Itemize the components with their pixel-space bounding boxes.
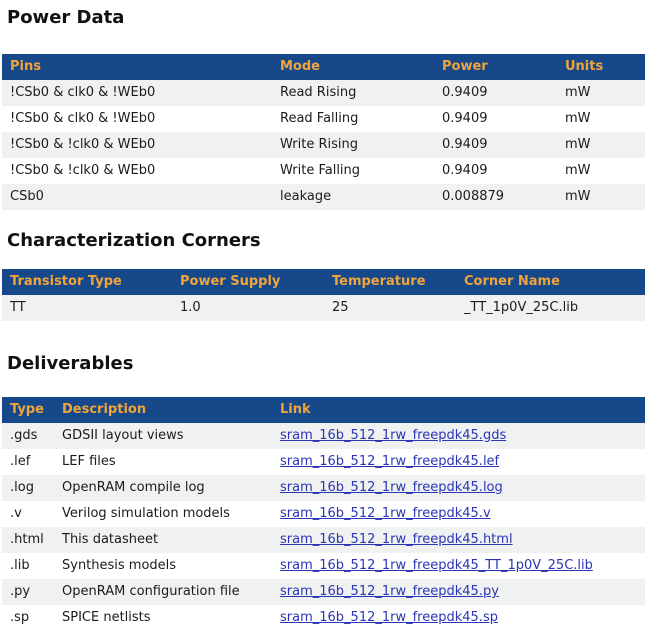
description-cell: This datasheet [54,527,272,553]
pins-cell: CSb0 [2,184,272,210]
deliverables-table: Type Description Link .gds GDSII layout … [2,397,645,631]
corners-col-header-temperature: Temperature [324,269,456,295]
type-cell: .html [2,527,54,553]
corners-table-header-row: Transistor Type Power Supply Temperature… [2,269,645,295]
mode-cell: leakage [272,184,434,210]
units-cell: mW [557,158,645,184]
table-row: .html This datasheet sram_16b_512_1rw_fr… [2,527,645,553]
deliverable-file-link[interactable]: sram_16b_512_1rw_freepdk45.sp [280,610,498,625]
table-row: !CSb0 & clk0 & !WEb0 Read Falling 0.9409… [2,106,645,132]
deliverables-col-header-type: Type [2,397,54,423]
units-cell: mW [557,106,645,132]
description-cell: Verilog simulation models [54,501,272,527]
power-data-table: Pins Mode Power Units !CSb0 & clk0 & !WE… [2,54,645,210]
type-cell: .lef [2,449,54,475]
units-cell: mW [557,80,645,106]
transistor-type-cell: TT [2,295,172,321]
power-table-header-row: Pins Mode Power Units [2,54,645,80]
type-cell: .py [2,579,54,605]
pins-cell: !CSb0 & clk0 & !WEb0 [2,80,272,106]
deliverable-file-link[interactable]: sram_16b_512_1rw_freepdk45.log [280,480,503,495]
corners-col-header-power-supply: Power Supply [172,269,324,295]
type-cell: .lib [2,553,54,579]
table-row: .log OpenRAM compile log sram_16b_512_1r… [2,475,645,501]
power-cell: 0.008879 [434,184,557,210]
pins-cell: !CSb0 & clk0 & !WEb0 [2,106,272,132]
table-row: .lib Synthesis models sram_16b_512_1rw_f… [2,553,645,579]
description-cell: OpenRAM configuration file [54,579,272,605]
power-cell: 0.9409 [434,132,557,158]
table-row: .py OpenRAM configuration file sram_16b_… [2,579,645,605]
power-col-header-power: Power [434,54,557,80]
mode-cell: Write Rising [272,132,434,158]
table-row: TT 1.0 25 _TT_1p0V_25C.lib [2,295,645,321]
power-col-header-mode: Mode [272,54,434,80]
description-cell: LEF files [54,449,272,475]
power-col-header-units: Units [557,54,645,80]
description-cell: Synthesis models [54,553,272,579]
deliverables-table-header-row: Type Description Link [2,397,645,423]
description-cell: SPICE netlists [54,605,272,631]
characterization-corners-heading: Characterization Corners [7,230,660,252]
type-cell: .gds [2,423,54,449]
pins-cell: !CSb0 & !clk0 & WEb0 [2,132,272,158]
mode-cell: Read Falling [272,106,434,132]
deliverable-file-link[interactable]: sram_16b_512_1rw_freepdk45.gds [280,428,506,443]
power-cell: 0.9409 [434,80,557,106]
temperature-cell: 25 [324,295,456,321]
power-cell: 0.9409 [434,158,557,184]
type-cell: .v [2,501,54,527]
table-row: .lef LEF files sram_16b_512_1rw_freepdk4… [2,449,645,475]
table-row: .v Verilog simulation models sram_16b_51… [2,501,645,527]
power-data-heading: Power Data [7,7,660,29]
deliverable-file-link[interactable]: sram_16b_512_1rw_freepdk45.html [280,532,513,547]
table-row: CSb0 leakage 0.008879 mW [2,184,645,210]
type-cell: .sp [2,605,54,631]
table-row: !CSb0 & clk0 & !WEb0 Read Rising 0.9409 … [2,80,645,106]
mode-cell: Write Falling [272,158,434,184]
type-cell: .log [2,475,54,501]
table-row: !CSb0 & !clk0 & WEb0 Write Rising 0.9409… [2,132,645,158]
units-cell: mW [557,184,645,210]
power-supply-cell: 1.0 [172,295,324,321]
table-row: .gds GDSII layout views sram_16b_512_1rw… [2,423,645,449]
table-row: !CSb0 & !clk0 & WEb0 Write Falling 0.940… [2,158,645,184]
deliverable-file-link[interactable]: sram_16b_512_1rw_freepdk45.lef [280,454,499,469]
deliverables-col-header-description: Description [54,397,272,423]
corner-name-cell: _TT_1p0V_25C.lib [456,295,645,321]
description-cell: OpenRAM compile log [54,475,272,501]
power-cell: 0.9409 [434,106,557,132]
deliverable-file-link[interactable]: sram_16b_512_1rw_freepdk45.py [280,584,499,599]
deliverables-col-header-link: Link [272,397,645,423]
deliverable-file-link[interactable]: sram_16b_512_1rw_freepdk45_TT_1p0V_25C.l… [280,558,593,573]
description-cell: GDSII layout views [54,423,272,449]
characterization-corners-table: Transistor Type Power Supply Temperature… [2,269,645,321]
mode-cell: Read Rising [272,80,434,106]
pins-cell: !CSb0 & !clk0 & WEb0 [2,158,272,184]
deliverables-heading: Deliverables [7,353,660,375]
datasheet-page: Power Data Pins Mode Power Units !CSb0 &… [0,0,660,631]
power-col-header-pins: Pins [2,54,272,80]
corners-col-header-corner-name: Corner Name [456,269,645,295]
corners-col-header-transistor-type: Transistor Type [2,269,172,295]
table-row: .sp SPICE netlists sram_16b_512_1rw_free… [2,605,645,631]
units-cell: mW [557,132,645,158]
deliverable-file-link[interactable]: sram_16b_512_1rw_freepdk45.v [280,506,491,521]
